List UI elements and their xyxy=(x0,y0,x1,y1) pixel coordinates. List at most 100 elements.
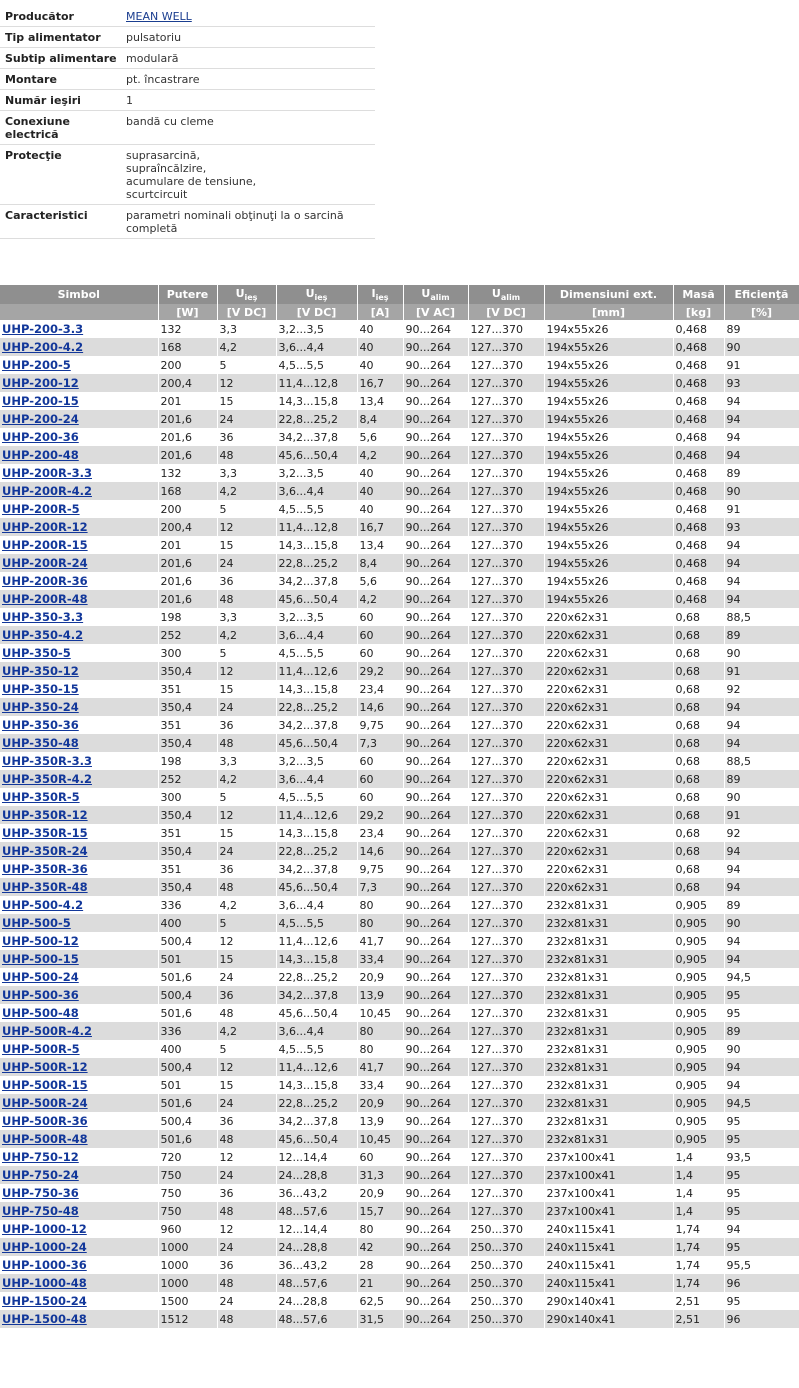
product-link[interactable]: UHP-750-12 xyxy=(2,1150,79,1164)
symbol-cell[interactable]: UHP-1000-12 xyxy=(0,1220,159,1238)
symbol-cell[interactable]: UHP-750-12 xyxy=(0,1148,159,1166)
symbol-cell[interactable]: UHP-200R-48 xyxy=(0,590,159,608)
product-link[interactable]: UHP-500R-36 xyxy=(2,1114,88,1128)
symbol-cell[interactable]: UHP-350-36 xyxy=(0,716,159,734)
product-link[interactable]: UHP-200R-15 xyxy=(2,538,88,552)
property-value[interactable]: MEAN WELL xyxy=(121,6,375,27)
product-link[interactable]: UHP-500-5 xyxy=(2,916,71,930)
product-link[interactable]: UHP-350-36 xyxy=(2,718,79,732)
symbol-cell[interactable]: UHP-200R-36 xyxy=(0,572,159,590)
symbol-cell[interactable]: UHP-200-3.3 xyxy=(0,320,159,338)
product-link[interactable]: UHP-500R-12 xyxy=(2,1060,88,1074)
product-link[interactable]: UHP-200R-48 xyxy=(2,592,88,606)
product-link[interactable]: UHP-350-48 xyxy=(2,736,79,750)
symbol-cell[interactable]: UHP-500R-48 xyxy=(0,1130,159,1148)
product-link[interactable]: UHP-350R-36 xyxy=(2,862,88,876)
product-link[interactable]: UHP-350-5 xyxy=(2,646,71,660)
symbol-cell[interactable]: UHP-750-48 xyxy=(0,1202,159,1220)
symbol-cell[interactable]: UHP-200R-12 xyxy=(0,518,159,536)
product-link[interactable]: UHP-350R-15 xyxy=(2,826,88,840)
symbol-cell[interactable]: UHP-350R-12 xyxy=(0,806,159,824)
product-link[interactable]: UHP-500R-24 xyxy=(2,1096,88,1110)
symbol-cell[interactable]: UHP-350-15 xyxy=(0,680,159,698)
symbol-cell[interactable]: UHP-200-24 xyxy=(0,410,159,428)
product-link[interactable]: UHP-350-4.2 xyxy=(2,628,83,642)
product-link[interactable]: UHP-500-48 xyxy=(2,1006,79,1020)
product-link[interactable]: UHP-750-36 xyxy=(2,1186,79,1200)
symbol-cell[interactable]: UHP-350R-15 xyxy=(0,824,159,842)
symbol-cell[interactable]: UHP-200-15 xyxy=(0,392,159,410)
product-link[interactable]: UHP-200-36 xyxy=(2,430,79,444)
symbol-cell[interactable]: UHP-200-12 xyxy=(0,374,159,392)
symbol-cell[interactable]: UHP-500-48 xyxy=(0,1004,159,1022)
product-link[interactable]: UHP-350R-24 xyxy=(2,844,88,858)
symbol-cell[interactable]: UHP-350-5 xyxy=(0,644,159,662)
symbol-cell[interactable]: UHP-350R-4.2 xyxy=(0,770,159,788)
product-link[interactable]: UHP-200R-3.3 xyxy=(2,466,92,480)
symbol-cell[interactable]: UHP-500-15 xyxy=(0,950,159,968)
symbol-cell[interactable]: UHP-500-36 xyxy=(0,986,159,1004)
product-link[interactable]: UHP-350R-3.3 xyxy=(2,754,92,768)
symbol-cell[interactable]: UHP-1500-24 xyxy=(0,1292,159,1310)
symbol-cell[interactable]: UHP-350-12 xyxy=(0,662,159,680)
symbol-cell[interactable]: UHP-350-48 xyxy=(0,734,159,752)
product-link[interactable]: UHP-350R-12 xyxy=(2,808,88,822)
product-link[interactable]: UHP-200-5 xyxy=(2,358,71,372)
symbol-cell[interactable]: UHP-350-4.2 xyxy=(0,626,159,644)
product-link[interactable]: UHP-500R-15 xyxy=(2,1078,88,1092)
symbol-cell[interactable]: UHP-200R-24 xyxy=(0,554,159,572)
symbol-cell[interactable]: UHP-500-5 xyxy=(0,914,159,932)
symbol-cell[interactable]: UHP-200-5 xyxy=(0,356,159,374)
symbol-cell[interactable]: UHP-200-36 xyxy=(0,428,159,446)
product-link[interactable]: UHP-200-24 xyxy=(2,412,79,426)
symbol-cell[interactable]: UHP-500R-15 xyxy=(0,1076,159,1094)
product-link[interactable]: UHP-1500-48 xyxy=(2,1312,87,1326)
symbol-cell[interactable]: UHP-1000-48 xyxy=(0,1274,159,1292)
product-link[interactable]: UHP-500-36 xyxy=(2,988,79,1002)
product-link[interactable]: UHP-200-3.3 xyxy=(2,322,83,336)
product-link[interactable]: UHP-500-12 xyxy=(2,934,79,948)
product-link[interactable]: UHP-350R-4.2 xyxy=(2,772,92,786)
product-link[interactable]: UHP-500-4.2 xyxy=(2,898,83,912)
symbol-cell[interactable]: UHP-350-3.3 xyxy=(0,608,159,626)
manufacturer-link[interactable]: MEAN WELL xyxy=(126,10,192,23)
product-link[interactable]: UHP-1500-24 xyxy=(2,1294,87,1308)
symbol-cell[interactable]: UHP-500R-36 xyxy=(0,1112,159,1130)
product-link[interactable]: UHP-200-4.2 xyxy=(2,340,83,354)
product-link[interactable]: UHP-1000-48 xyxy=(2,1276,87,1290)
product-link[interactable]: UHP-350-15 xyxy=(2,682,79,696)
product-link[interactable]: UHP-350-12 xyxy=(2,664,79,678)
symbol-cell[interactable]: UHP-350R-3.3 xyxy=(0,752,159,770)
symbol-cell[interactable]: UHP-200R-5 xyxy=(0,500,159,518)
product-link[interactable]: UHP-750-24 xyxy=(2,1168,79,1182)
product-link[interactable]: UHP-350R-48 xyxy=(2,880,88,894)
product-link[interactable]: UHP-1000-36 xyxy=(2,1258,87,1272)
product-link[interactable]: UHP-200R-12 xyxy=(2,520,88,534)
symbol-cell[interactable]: UHP-350R-36 xyxy=(0,860,159,878)
symbol-cell[interactable]: UHP-1500-48 xyxy=(0,1310,159,1328)
product-link[interactable]: UHP-500-15 xyxy=(2,952,79,966)
symbol-cell[interactable]: UHP-200R-3.3 xyxy=(0,464,159,482)
symbol-cell[interactable]: UHP-500-12 xyxy=(0,932,159,950)
symbol-cell[interactable]: UHP-500-24 xyxy=(0,968,159,986)
symbol-cell[interactable]: UHP-500R-12 xyxy=(0,1058,159,1076)
product-link[interactable]: UHP-500R-5 xyxy=(2,1042,80,1056)
product-link[interactable]: UHP-350-3.3 xyxy=(2,610,83,624)
symbol-cell[interactable]: UHP-1000-36 xyxy=(0,1256,159,1274)
product-link[interactable]: UHP-200-15 xyxy=(2,394,79,408)
symbol-cell[interactable]: UHP-350-24 xyxy=(0,698,159,716)
symbol-cell[interactable]: UHP-350R-5 xyxy=(0,788,159,806)
product-link[interactable]: UHP-200R-36 xyxy=(2,574,88,588)
product-link[interactable]: UHP-350-24 xyxy=(2,700,79,714)
product-link[interactable]: UHP-200R-5 xyxy=(2,502,80,516)
symbol-cell[interactable]: UHP-1000-24 xyxy=(0,1238,159,1256)
product-link[interactable]: UHP-200-12 xyxy=(2,376,79,390)
symbol-cell[interactable]: UHP-200R-4.2 xyxy=(0,482,159,500)
product-link[interactable]: UHP-500-24 xyxy=(2,970,79,984)
symbol-cell[interactable]: UHP-200-48 xyxy=(0,446,159,464)
product-link[interactable]: UHP-1000-12 xyxy=(2,1222,87,1236)
symbol-cell[interactable]: UHP-750-24 xyxy=(0,1166,159,1184)
symbol-cell[interactable]: UHP-500-4.2 xyxy=(0,896,159,914)
symbol-cell[interactable]: UHP-750-36 xyxy=(0,1184,159,1202)
product-link[interactable]: UHP-750-48 xyxy=(2,1204,79,1218)
